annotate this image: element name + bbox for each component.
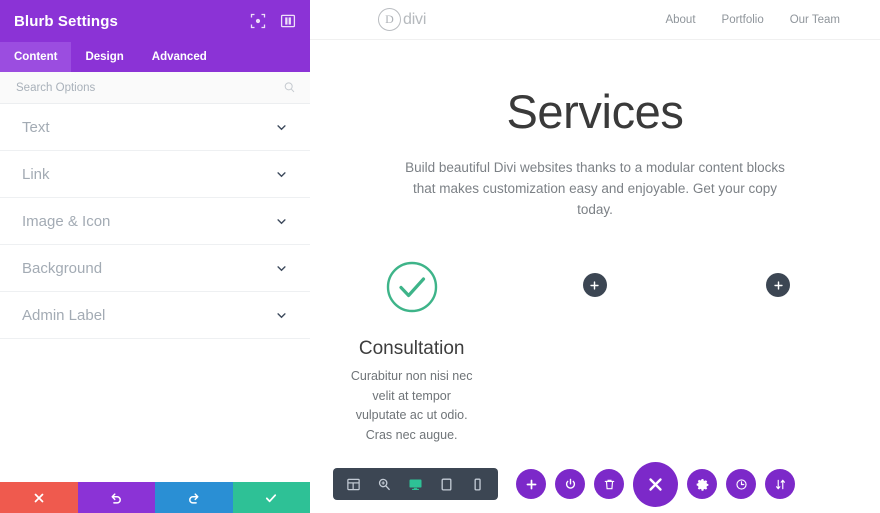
section-label: Admin Label (22, 306, 106, 324)
chevron-down-icon (275, 168, 288, 181)
search-options-row (0, 72, 310, 104)
history-button[interactable] (726, 469, 756, 499)
tab-advanced[interactable]: Advanced (138, 42, 221, 72)
check-circle-icon (385, 260, 439, 314)
desktop-view-button[interactable] (401, 470, 430, 499)
settings-panel-header: Blurb Settings (0, 0, 310, 42)
sidebar-item-background[interactable]: Background (0, 245, 310, 292)
view-mode-group (333, 468, 498, 500)
column-empty-1 (503, 256, 686, 445)
chevron-down-icon (275, 309, 288, 322)
section-label: Text (22, 118, 50, 136)
redo-button[interactable] (155, 482, 233, 513)
settings-sections-list: Text Link Image & Icon Background Admin … (0, 104, 310, 339)
cancel-button[interactable] (0, 482, 78, 513)
nav-link-portfolio[interactable]: Portfolio (722, 14, 764, 26)
sidebar-item-admin-label[interactable]: Admin Label (0, 292, 310, 339)
settings-tabs: Content Design Advanced (0, 42, 310, 72)
section-label: Link (22, 165, 50, 183)
content-columns: Consultation Curabitur non nisi nec veli… (310, 256, 880, 445)
settings-button[interactable] (687, 469, 717, 499)
phone-view-button[interactable] (463, 470, 492, 499)
sidebar-item-text[interactable]: Text (0, 104, 310, 151)
portability-button[interactable] (765, 469, 795, 499)
logo-text: divi (403, 10, 427, 28)
sidebar-item-link[interactable]: Link (0, 151, 310, 198)
chevron-down-icon (275, 121, 288, 134)
wireframe-view-button[interactable] (339, 470, 368, 499)
nav-link-about[interactable]: About (665, 14, 695, 26)
tab-design[interactable]: Design (71, 42, 137, 72)
delete-button[interactable] (594, 469, 624, 499)
add-module-button[interactable] (766, 273, 791, 297)
layout-columns-icon[interactable] (280, 13, 296, 29)
toggle-builder-button[interactable] (555, 469, 585, 499)
undo-button[interactable] (77, 482, 155, 513)
tab-content[interactable]: Content (0, 42, 72, 72)
divi-logo[interactable]: D divi (378, 8, 426, 31)
close-builder-button[interactable] (633, 461, 678, 507)
page-subtitle: Build beautiful Divi websites thanks to … (405, 160, 785, 217)
chevron-down-icon (275, 262, 288, 275)
panel-title: Blurb Settings (14, 12, 118, 30)
blurb-title: Consultation (358, 338, 465, 359)
divi-builder-screen: Blurb Settings Content Design Advanced S… (0, 0, 880, 513)
builder-action-buttons (516, 461, 795, 507)
chevron-down-icon (275, 215, 288, 228)
add-module-button[interactable] (582, 273, 607, 297)
settings-panel-footer (0, 482, 310, 513)
column-empty-2 (687, 256, 870, 445)
page-preview: D divi About Portfolio Our Team Services… (310, 0, 880, 513)
logo-mark: D (378, 8, 401, 31)
search-input[interactable] (14, 80, 283, 95)
search-icon[interactable] (283, 81, 296, 94)
focus-target-icon[interactable] (250, 13, 266, 29)
site-header: D divi About Portfolio Our Team (310, 0, 880, 40)
site-nav: About Portfolio Our Team (665, 14, 840, 26)
nav-link-our-team[interactable]: Our Team (790, 14, 840, 26)
tablet-view-button[interactable] (432, 470, 461, 499)
panel-header-icons (250, 13, 296, 29)
blurb-settings-panel: Blurb Settings Content Design Advanced S… (0, 0, 310, 513)
page-title: Services (506, 85, 684, 138)
blurb-text: Curabitur non nisi nec velit at tempor v… (350, 369, 473, 442)
sidebar-item-image-icon[interactable]: Image & Icon (0, 198, 310, 245)
section-label: Image & Icon (22, 212, 111, 230)
save-button[interactable] (232, 482, 310, 513)
zoom-view-button[interactable] (370, 470, 399, 499)
builder-toolbar (310, 455, 880, 513)
section-label: Background (22, 259, 103, 277)
add-section-button[interactable] (516, 469, 546, 499)
column-blurb: Consultation Curabitur non nisi nec veli… (320, 256, 503, 445)
